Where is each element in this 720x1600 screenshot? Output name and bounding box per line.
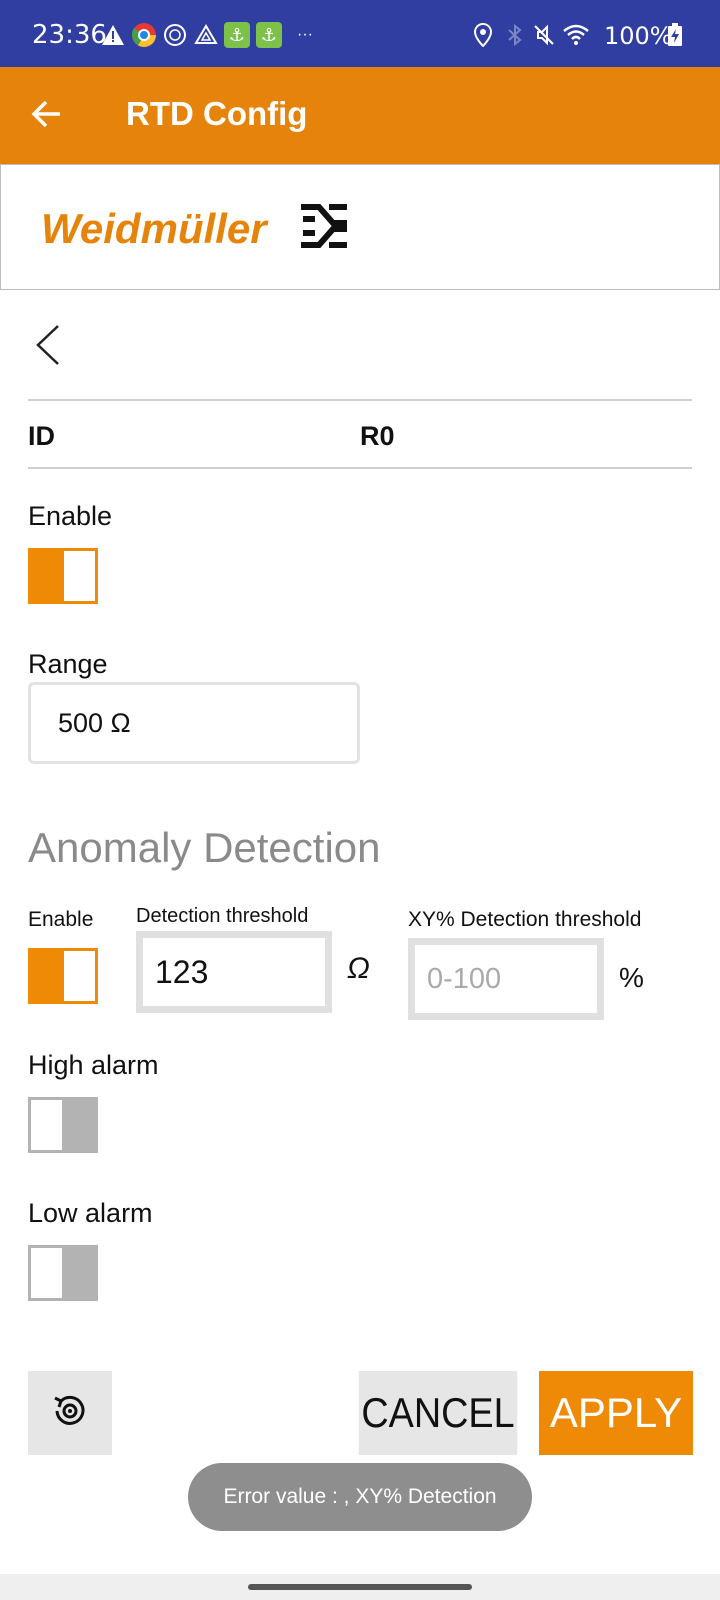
detection-threshold-label: Detection threshold [136, 905, 309, 927]
alert-icon [100, 22, 126, 48]
mute-icon [531, 22, 557, 48]
range-label: Range [28, 649, 108, 679]
high-alarm-label: High alarm [28, 1050, 159, 1080]
battery-icon [662, 22, 688, 48]
bluetooth-icon [502, 22, 528, 48]
page-title: RTD Config [126, 95, 308, 132]
home-gesture-handle[interactable] [248, 1584, 472, 1590]
low-alarm-label: Low alarm [28, 1198, 153, 1228]
drive-icon [193, 22, 219, 48]
ohm-unit: Ω [347, 952, 370, 985]
xy-threshold-label: XY% Detection threshold [408, 908, 642, 931]
toggle-knob [64, 951, 95, 1001]
chrome-icon [131, 22, 157, 48]
low-alarm-toggle[interactable] [28, 1245, 98, 1301]
location-icon [470, 22, 496, 48]
detection-threshold-input[interactable]: 123 [136, 931, 332, 1013]
toggle-knob [64, 551, 95, 601]
xy-threshold-input[interactable]: 0-100 [408, 938, 604, 1020]
vpn-icon [162, 22, 188, 48]
divider [28, 467, 692, 469]
id-value: R0 [360, 421, 395, 451]
anomaly-enable-label: Enable [28, 908, 94, 931]
arrow-left-icon[interactable] [30, 89, 70, 139]
logo-banner: Weidmüller [0, 164, 720, 290]
enable-toggle[interactable] [28, 548, 98, 604]
toggle-knob [31, 1248, 62, 1298]
percent-unit: % [619, 962, 644, 993]
divider [28, 399, 692, 401]
brand-logo-text: Weidmüller [41, 205, 267, 252]
app-bar: RTD Config [0, 67, 720, 164]
error-toast: Error value : , XY% Detection [188, 1463, 532, 1531]
apply-button[interactable]: APPLY [539, 1371, 693, 1455]
status-time: 23:36 [32, 20, 107, 50]
range-select[interactable]: 500 Ω [28, 682, 360, 764]
wifi-icon [562, 22, 590, 48]
id-label: ID [28, 421, 55, 451]
anchor-icon: ⚓ [256, 22, 282, 48]
toggle-knob [31, 1100, 62, 1150]
reset-button[interactable] [28, 1371, 112, 1455]
anomaly-enable-toggle[interactable] [28, 948, 98, 1004]
chevron-left-icon[interactable] [34, 323, 64, 367]
reset-settings-icon [49, 1390, 91, 1437]
enable-label: Enable [28, 501, 113, 531]
section-title-anomaly: Anomaly Detection [28, 824, 381, 871]
navigation-bar [0, 1574, 720, 1600]
weidmuller-logo-mark [299, 203, 349, 254]
cancel-button[interactable]: CANCEL [358, 1371, 518, 1455]
anchor-icon: ⚓ [224, 22, 250, 48]
high-alarm-toggle[interactable] [28, 1097, 98, 1153]
more-notifications-icon: ··· [297, 26, 313, 43]
status-bar: 23:36 ⚓ ⚓ ··· 100% [0, 0, 720, 67]
